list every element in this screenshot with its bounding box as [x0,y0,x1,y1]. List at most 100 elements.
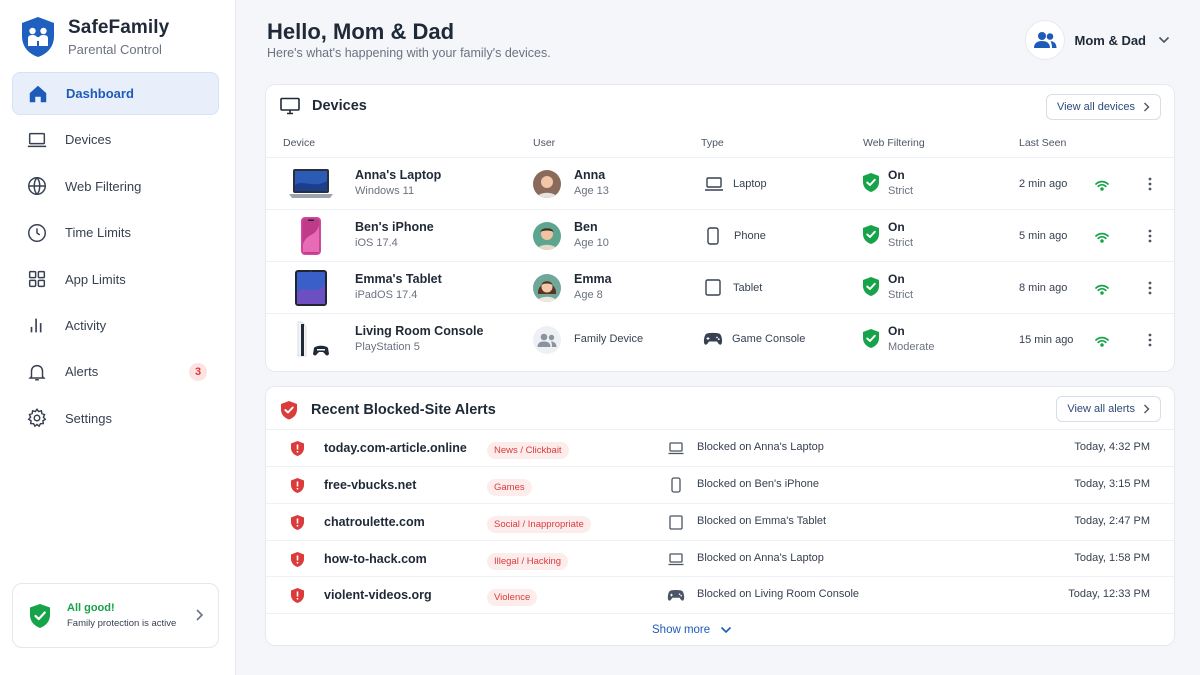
laptop-image-icon [288,167,334,206]
sidebar-item-label: Alerts [65,364,99,380]
avatar [533,274,561,302]
device-type: Tablet [733,281,763,294]
blocked-on-device: Blocked on Anna's Laptop [697,441,824,453]
table-row[interactable]: Ben's iPhone iOS 17.4 Ben Age 10 Phone O… [266,209,1174,261]
sidebar-item-settings[interactable]: Settings [12,397,219,440]
phone-icon [707,227,719,245]
chevron-down-icon [721,626,732,634]
wifi-icon [1095,178,1109,196]
sidebar-item-activity[interactable]: Activity [12,304,219,347]
show-more-button[interactable]: Show more [652,624,732,636]
last-seen: 15 min ago [1019,334,1074,346]
alert-time: Today, 3:15 PM [1074,478,1150,490]
last-seen: 8 min ago [1019,282,1068,294]
list-item[interactable]: chatroulette.com Social / Inappropriate … [266,503,1174,540]
sidebar-item-web-filtering[interactable]: Web Filtering [12,165,219,208]
blocked-domain: how-to-hack.com [324,552,427,566]
view-all-devices-label: View all devices [1056,101,1135,113]
sidebar-item-label: Activity [65,317,107,333]
alert-time: Today, 2:47 PM [1074,515,1150,527]
protection-status-card[interactable]: All good! Family protection is active [12,583,219,648]
show-more-label: Show more [652,624,711,636]
list-item[interactable]: today.com-article.online News / Clickbai… [266,429,1174,466]
sidebar-item-time-limits[interactable]: Time Limits [12,211,219,254]
list-item[interactable]: violent-videos.org Violence Blocked on L… [266,576,1174,613]
column-header-web-filtering: Web Filtering [863,137,925,149]
filter-status: On [888,272,905,286]
more-options-icon[interactable] [1148,229,1152,248]
list-item[interactable]: how-to-hack.com Illegal / Hacking Blocke… [266,540,1174,577]
filter-level: Strict [888,185,914,197]
sidebar-item-label: Web Filtering [65,178,142,194]
table-row[interactable]: Living Room Console PlayStation 5 Family… [266,313,1174,365]
sidebar-item-label: Settings [65,410,112,426]
grid-icon [28,270,46,288]
filter-level: Strict [888,237,914,249]
sidebar-item-app-limits[interactable]: App Limits [12,258,219,301]
user-name: Mom & Dad [1074,32,1147,48]
gamepad-icon [667,589,685,607]
monitor-icon [280,97,300,115]
status-title: All good! [67,602,115,614]
column-header-device: Device [283,137,316,149]
device-name: Ben's iPhone [355,220,434,234]
page-subtitle: Here's what's happening with your family… [267,46,551,60]
table-row[interactable]: Anna's Laptop Windows 11 Anna Age 13 Lap… [266,157,1174,209]
last-seen: 2 min ago [1019,178,1068,190]
avatar [533,222,561,250]
category-badge: Games [487,479,532,496]
table-row[interactable]: Emma's Tablet iPadOS 17.4 Emma Age 8 Tab… [266,261,1174,313]
activity-icon [30,319,42,333]
user-name: Family Device [574,333,644,345]
blocked-domain: violent-videos.org [324,588,432,602]
device-os: PlayStation 5 [355,341,420,353]
blocked-domain: free-vbucks.net [324,478,417,492]
shield-check-icon [862,328,880,354]
sidebar: SafeFamily Parental Control Dashboard De… [0,0,236,675]
more-options-icon[interactable] [1148,281,1152,300]
page-title: Hello, Mom & Dad [267,19,455,44]
bell-icon [28,364,46,381]
family-shield-logo-icon [22,17,54,57]
sidebar-nav: Dashboard Devices Web Filtering Time Lim… [12,72,219,443]
alerts-card: Recent Blocked-Site Alerts View all aler… [265,386,1175,646]
devices-title-text: Devices [312,98,367,114]
gamepad-icon [703,332,723,345]
shield-check-icon [30,603,50,628]
phone-icon [671,477,681,498]
sidebar-item-dashboard[interactable]: Dashboard [12,72,219,115]
brand[interactable]: SafeFamily Parental Control [20,16,169,58]
user-name: Emma [574,272,612,286]
view-all-alerts-button[interactable]: View all alerts [1056,396,1161,422]
avatar [533,170,561,198]
device-os: iOS 17.4 [355,237,398,249]
users-icon [1033,32,1056,48]
laptop-icon [705,177,723,191]
view-all-devices-button[interactable]: View all devices [1045,94,1161,120]
filter-level: Moderate [888,341,935,353]
devices-card-title: Devices [280,97,367,115]
wifi-icon [1095,282,1109,300]
devices-card: Devices View all devices Device User Typ… [265,84,1175,372]
family-device-icon [533,326,561,354]
brand-subtitle: Parental Control [68,42,162,57]
more-options-icon[interactable] [1148,333,1152,352]
filter-level: Strict [888,289,914,301]
chevron-right-icon [1144,102,1150,112]
console-image-icon [292,320,332,365]
alert-time: Today, 1:58 PM [1074,552,1150,564]
device-type: Laptop [733,178,767,190]
device-name: Emma's Tablet [355,272,442,286]
view-all-alerts-label: View all alerts [1067,403,1135,415]
blocked-on-device: Blocked on Living Room Console [697,588,860,600]
user-menu[interactable]: Mom & Dad [1024,20,1171,60]
column-header-type: Type [701,137,724,149]
clock-icon [28,223,46,242]
more-options-icon[interactable] [1148,177,1152,196]
alert-time: Today, 4:32 PM [1074,441,1150,453]
chevron-right-icon [196,609,204,621]
list-item[interactable]: free-vbucks.net Games Blocked on Ben's i… [266,466,1174,503]
sidebar-item-alerts[interactable]: Alerts 3 [12,350,219,393]
sidebar-item-devices[interactable]: Devices [12,118,219,161]
avatar [1024,20,1065,60]
